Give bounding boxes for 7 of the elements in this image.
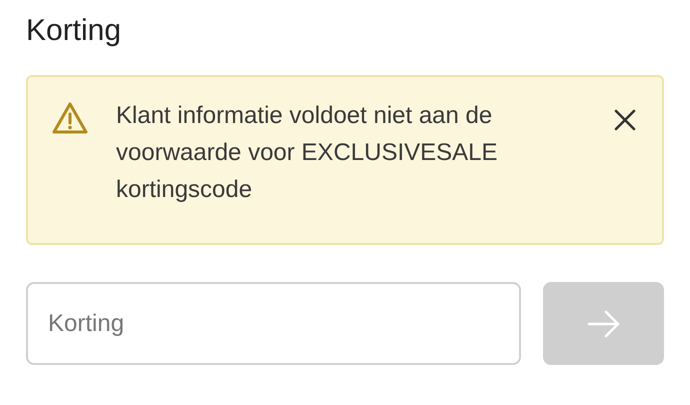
discount-input[interactable]: Korting — [26, 282, 521, 365]
close-button[interactable] — [612, 107, 638, 133]
arrow-right-icon — [586, 308, 620, 338]
alert-message: Klant informatie voldoet niet aan de voorwaarde voor EXCLUSIVESALE kortingscode — [116, 101, 499, 205]
close-icon — [614, 109, 636, 131]
section-heading: Korting — [26, 13, 122, 49]
warning-icon — [52, 101, 88, 135]
